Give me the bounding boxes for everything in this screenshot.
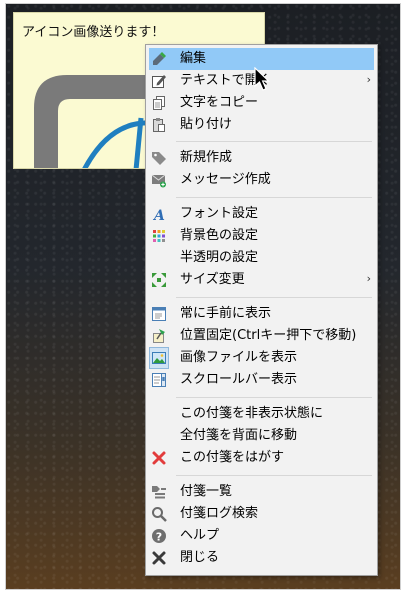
screen-frame: アイコン画像送ります！ 編集 テキストで開く › 文字をコピー 貼り付け 新規作… — [0, 0, 406, 596]
window-top-icon — [151, 306, 167, 322]
copy-icon — [151, 95, 167, 111]
menu-item-label: 閉じる — [180, 550, 220, 565]
menu-item-label: 付箋一覧 — [180, 484, 233, 499]
edit-icon — [151, 73, 167, 89]
menu-item-label: フォント設定 — [180, 206, 259, 221]
menu-item-hide-note[interactable]: この付箋を非表示状態に — [149, 403, 374, 425]
menu-item-paste[interactable]: 貼り付け — [149, 114, 374, 136]
menu-item-new-note[interactable]: 新規作成 — [149, 147, 374, 169]
menu-item-show-scrollbar[interactable]: スクロールバー表示 — [149, 369, 374, 391]
image-icon — [151, 350, 167, 366]
menu-separator — [176, 475, 372, 476]
resize-icon — [151, 272, 167, 288]
menu-item-show-image-file[interactable]: 画像ファイルを表示 — [149, 347, 374, 369]
scrollbar-icon — [151, 372, 167, 388]
menu-item-copy-text[interactable]: 文字をコピー — [149, 92, 374, 114]
menu-item-label: この付箋をはがす — [180, 450, 285, 465]
menu-item-resize[interactable]: サイズ変更 › — [149, 269, 374, 291]
menu-item-label: スクロールバー表示 — [180, 372, 298, 387]
menu-item-label: 位置固定(Ctrlキー押下で移動) — [180, 328, 357, 343]
svg-text:A: A — [152, 208, 165, 222]
note-title: アイコン画像送ります！ — [22, 25, 165, 40]
help-icon: ? — [151, 528, 167, 544]
search-icon — [151, 506, 167, 522]
menu-item-send-all-to-back[interactable]: 全付箋を背面に移動 — [149, 425, 374, 447]
menu-item-label: 貼り付け — [180, 117, 233, 132]
menu-separator — [176, 141, 372, 142]
menu-separator — [176, 197, 372, 198]
svg-text:?: ? — [156, 530, 162, 543]
mail-icon — [151, 172, 167, 188]
menu-item-always-on-top[interactable]: 常に手前に表示 — [149, 303, 374, 325]
menu-item-lock-position[interactable]: 位置固定(Ctrlキー押下で移動) — [149, 325, 374, 347]
menu-item-label: 全付箋を背面に移動 — [180, 428, 298, 443]
pin-icon — [151, 328, 167, 344]
context-menu: 編集 テキストで開く › 文字をコピー 貼り付け 新規作成 メッセージ作成 A … — [145, 44, 378, 576]
paste-icon — [151, 117, 167, 133]
menu-item-create-message[interactable]: メッセージ作成 — [149, 169, 374, 191]
menu-item-label: 付箋ログ検索 — [180, 506, 259, 521]
menu-item-label: この付箋を非表示状態に — [180, 406, 324, 421]
menu-item-peel-note[interactable]: この付箋をはがす — [149, 447, 374, 469]
menu-item-label: サイズ変更 — [180, 272, 245, 287]
menu-item-label: 編集 — [180, 51, 207, 66]
menu-separator — [176, 397, 372, 398]
menu-item-label: 背景色の設定 — [180, 228, 259, 243]
menu-item-label: 文字をコピー — [180, 95, 259, 110]
menu-item-label: 新規作成 — [180, 150, 233, 165]
list-icon — [151, 484, 167, 500]
menu-item-note-list[interactable]: 付箋一覧 — [149, 481, 374, 503]
menu-item-label: ヘルプ — [180, 528, 220, 543]
menu-item-label: 画像ファイルを表示 — [180, 350, 298, 365]
menu-item-transparency[interactable]: 半透明の設定 — [149, 247, 374, 269]
close-icon — [151, 550, 167, 566]
font-icon: A — [151, 206, 167, 222]
palette-icon — [151, 228, 167, 244]
menu-item-background-color[interactable]: 背景色の設定 — [149, 225, 374, 247]
submenu-arrow-icon: › — [366, 272, 371, 285]
menu-item-help[interactable]: ? ヘルプ — [149, 525, 374, 547]
menu-item-font-settings[interactable]: A フォント設定 — [149, 203, 374, 225]
menu-item-label: メッセージ作成 — [180, 172, 271, 187]
menu-item-label: 常に手前に表示 — [180, 306, 272, 321]
tag-icon — [151, 150, 167, 166]
menu-separator — [176, 297, 372, 298]
menu-item-note-log-search[interactable]: 付箋ログ検索 — [149, 503, 374, 525]
red-x-icon — [151, 450, 167, 466]
pencil-icon — [151, 51, 167, 67]
submenu-arrow-icon: › — [366, 73, 371, 86]
menu-item-label: 半透明の設定 — [180, 250, 259, 265]
menu-item-close[interactable]: 閉じる — [149, 547, 374, 569]
mouse-cursor-icon — [254, 67, 270, 91]
